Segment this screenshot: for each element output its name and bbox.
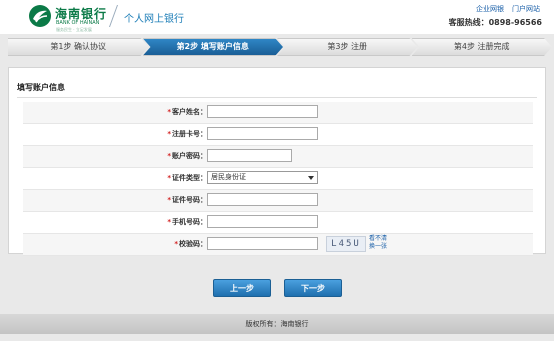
captcha-label: *校验码： [174, 240, 207, 248]
top-links: 企业网银 门户网站 [476, 4, 540, 14]
password-input[interactable] [207, 149, 292, 162]
id-number-label: *证件号码： [167, 196, 207, 204]
card-number-label: *注册卡号： [167, 130, 207, 138]
account-form: *客户姓名： *注册卡号： *账户密码： *证件类型： 居民身份证 *证件号码：… [23, 102, 533, 256]
step-4: 第4步 注册完成 [412, 38, 553, 56]
bank-logo-icon [29, 5, 51, 27]
panel-title: 填写账户信息 [17, 83, 65, 92]
id-type-select[interactable]: 居民身份证 [207, 171, 318, 184]
link-corporate-banking[interactable]: 企业网银 [476, 4, 504, 14]
service-hotline: 客服热线：0898-96566 [448, 18, 542, 27]
form-row-card-number: *注册卡号： [23, 124, 533, 146]
mobile-label: *手机号码： [167, 218, 207, 226]
header-divider [108, 5, 119, 27]
form-row-mobile: *手机号码： [23, 212, 533, 234]
system-title: 个人网上银行 [124, 14, 184, 25]
form-row-captcha: *校验码： L45U 看不清换一张 [23, 234, 533, 256]
form-row-id-number: *证件号码： [23, 190, 533, 212]
card-number-input[interactable] [207, 127, 318, 140]
form-row-id-type: *证件类型： 居民身份证 [23, 168, 533, 190]
customer-name-input[interactable] [207, 105, 318, 118]
header: 海南银行 BANK OF HAINAN 服务民生 · 立足发展 个人网上银行 企… [0, 0, 554, 34]
form-row-password: *账户密码： [23, 146, 533, 168]
chevron-down-icon [308, 176, 314, 180]
mobile-input[interactable] [207, 215, 318, 228]
bank-slogan: 服务民生 · 立足发展 [56, 27, 92, 32]
captcha-input[interactable] [207, 237, 318, 250]
step-progress: 第1步 确认协议 第2步 填写账户信息 第3步 注册 第4步 注册完成 [8, 38, 546, 56]
id-type-selected-value: 居民身份证 [211, 173, 246, 181]
footer: 版权所有：海南银行 [0, 314, 554, 334]
step-2-active: 第2步 填写账户信息 [143, 38, 284, 56]
link-portal[interactable]: 门户网站 [512, 4, 540, 14]
captcha-image[interactable]: L45U [326, 236, 366, 252]
next-button[interactable]: 下一步 [284, 279, 342, 297]
password-label: *账户密码： [167, 152, 207, 160]
step-3: 第3步 注册 [277, 38, 418, 56]
customer-name-label: *客户姓名： [167, 108, 207, 116]
panel-divider [17, 97, 537, 98]
prev-button[interactable]: 上一步 [213, 279, 271, 297]
step-1: 第1步 确认协议 [8, 38, 149, 56]
account-info-panel: 填写账户信息 *客户姓名： *注册卡号： *账户密码： *证件类型： 居民身份证… [8, 67, 546, 256]
id-number-input[interactable] [207, 193, 318, 206]
id-type-label: *证件类型： [167, 174, 207, 182]
form-row-customer-name: *客户姓名： [23, 102, 533, 124]
captcha-refresh-link[interactable]: 看不清换一张 [369, 235, 391, 251]
bank-name-en: BANK OF HAINAN [56, 20, 100, 26]
